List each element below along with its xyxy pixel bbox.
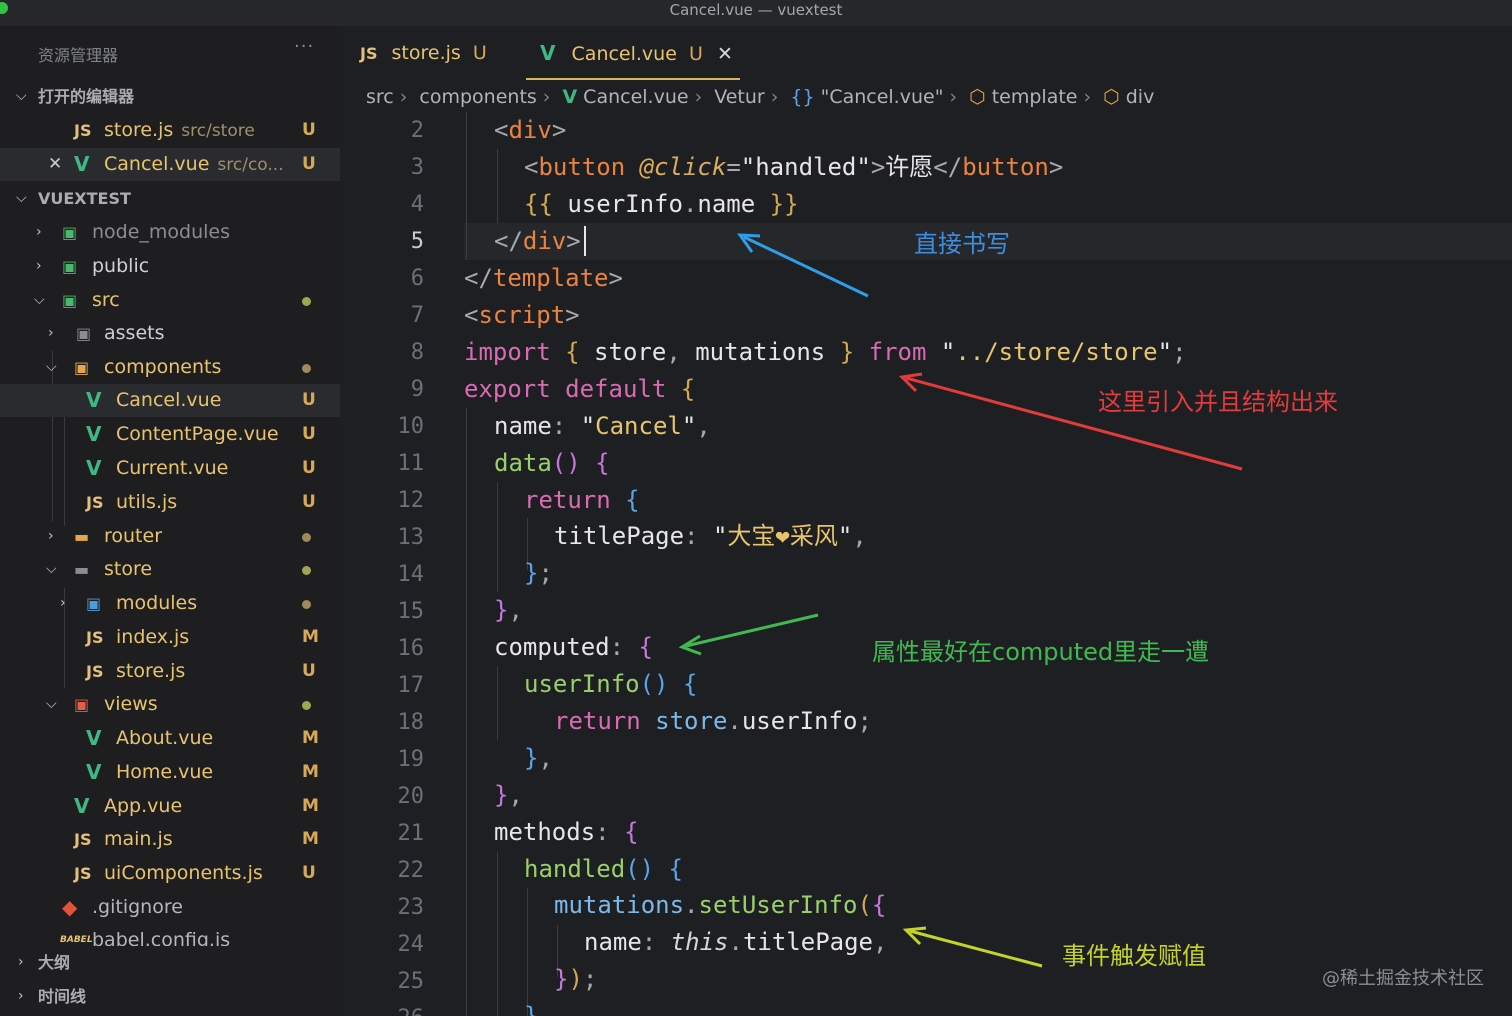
- annotation-label: 属性最好在computed里走一遭: [872, 638, 1210, 666]
- watermark: @稀土掘金技术社区: [1322, 968, 1484, 989]
- annotation-arrows: [678, 233, 1243, 968]
- yellow-green-arrow: [902, 926, 1043, 968]
- annotation-label: 直接书写: [914, 230, 1010, 258]
- green-arrow: [678, 613, 819, 656]
- annotation-label: 这里引入并且结构出来: [1098, 388, 1338, 416]
- blue-arrow: [736, 233, 869, 298]
- annotation-label: 事件触发赋值: [1062, 942, 1206, 970]
